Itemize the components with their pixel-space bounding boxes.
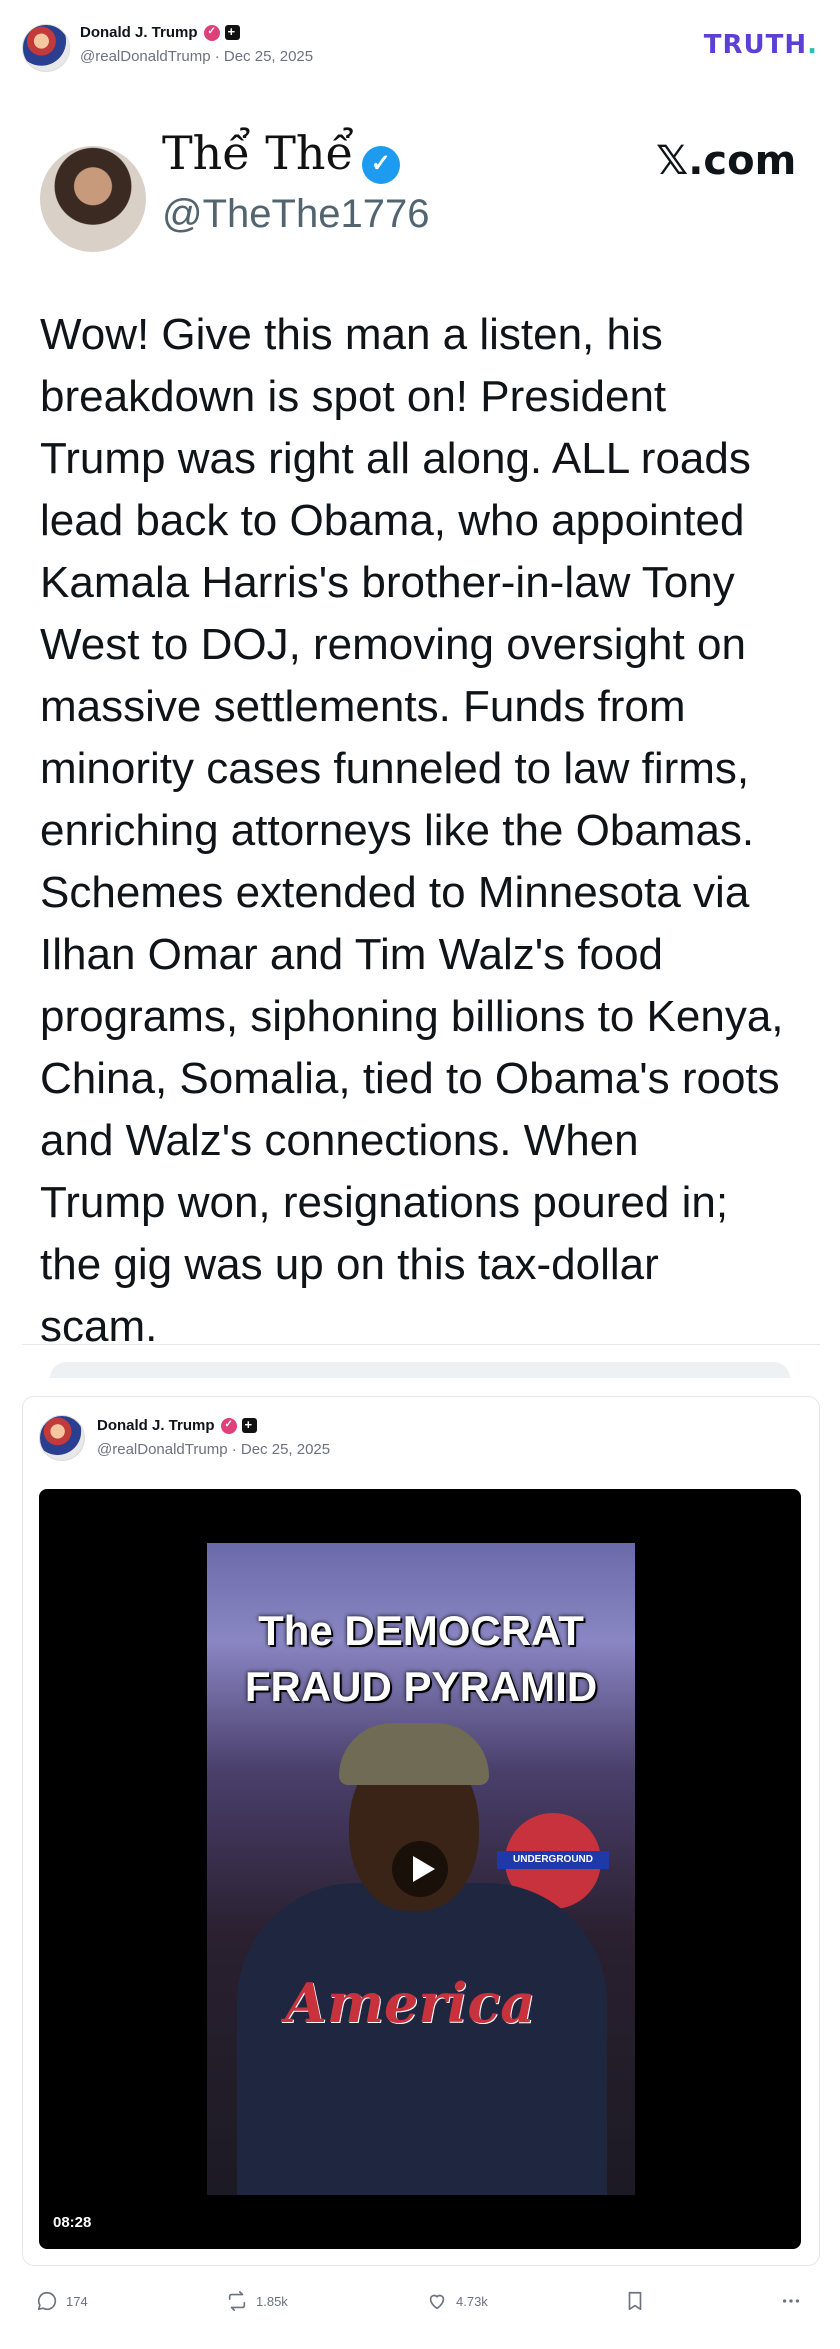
- embed-bottom-divider: [22, 1344, 820, 1345]
- x-post-text: Wow! Give this man a listen, his breakdo…: [40, 304, 820, 1358]
- heart-icon: [429, 2294, 445, 2310]
- text-line: Ilhan Omar and Tim Walz's food: [40, 930, 664, 979]
- x-handle: @TheThe1776: [162, 192, 430, 236]
- text-line: Trump won, resignations poured in;: [40, 1178, 729, 1227]
- plus-badge-icon: [241, 1417, 257, 1434]
- x-site-logo: 𝕏.com: [656, 138, 797, 184]
- more-icon: [782, 2299, 800, 2303]
- text-line: breakdown is spot on! President: [40, 372, 667, 421]
- text-line: Trump was right all along. ALL roads: [40, 434, 751, 483]
- retruth-button[interactable]: 1.85k: [226, 2290, 288, 2312]
- text-line: the gig was up on this tax-dollar: [40, 1240, 659, 1289]
- reply-icon: [37, 2291, 57, 2311]
- verified-check-icon: [361, 145, 400, 184]
- text-line: enriching attorneys like the Obamas.: [40, 806, 755, 855]
- retruth-count: 1.85k: [256, 2293, 288, 2309]
- like-count: 4.73k: [456, 2293, 488, 2309]
- x-avatar: [40, 146, 146, 252]
- quoted-author-handle-date[interactable]: @realDonaldTrump · Dec 25, 2025: [97, 1441, 330, 1458]
- truth-logo[interactable]: TRUTH.: [704, 30, 818, 60]
- text-line: lead back to Obama, who appointed: [40, 496, 745, 545]
- text-line: programs, siphoning billions to Kenya,: [40, 992, 784, 1041]
- reply-count: 174: [66, 2293, 88, 2309]
- embed-bottom-edge: [50, 1362, 790, 1378]
- quoted-author-name[interactable]: Donald J. Trump: [97, 1417, 215, 1434]
- author-name[interactable]: Donald J. Trump: [80, 24, 198, 41]
- video-title-overlay: The DEMOCRAT FRAUD PYRAMID: [244, 1607, 598, 1710]
- author-info: Donald J. Trump @realDonaldTrump · Dec 2…: [80, 24, 313, 65]
- verified-badge-icon: [203, 24, 220, 41]
- like-button[interactable]: 4.73k: [426, 2290, 488, 2312]
- text-line: minority cases funneled to law firms,: [40, 744, 750, 793]
- play-button-icon[interactable]: [392, 1841, 448, 1897]
- reply-button[interactable]: 174: [36, 2290, 88, 2312]
- author-avatar[interactable]: [22, 24, 70, 72]
- text-line: and Walz's connections. When: [40, 1116, 639, 1165]
- more-options-button[interactable]: [780, 2290, 802, 2312]
- verified-badge-icon: [220, 1417, 237, 1434]
- shirt-text: America: [285, 1971, 536, 2035]
- text-line: scam.: [40, 1302, 158, 1351]
- author-handle-date[interactable]: @realDonaldTrump · Dec 25, 2025: [80, 48, 313, 65]
- text-line: Schemes extended to Minnesota via: [40, 868, 750, 917]
- retruth-icon: [228, 2291, 246, 2311]
- text-line: China, Somalia, tied to Obama's roots: [40, 1054, 780, 1103]
- person-cap: [339, 1723, 489, 1785]
- person-shirt: [237, 1883, 607, 2195]
- x-display-name: Thể Thể: [162, 126, 354, 180]
- embedded-image[interactable]: Thể Thể @TheThe1776 𝕏.com Wow! Give this…: [22, 120, 820, 1380]
- text-line: massive settlements. Funds from: [40, 682, 686, 731]
- bookmark-icon: [628, 2291, 642, 2311]
- quoted-author-avatar[interactable]: [39, 1415, 85, 1461]
- video-duration: 08:28: [53, 2214, 92, 2231]
- bookmark-button[interactable]: [624, 2290, 646, 2312]
- video-player[interactable]: UNDERGROUND America The DEMOCRAT FRAUD P…: [39, 1489, 801, 2249]
- plus-badge-icon: [224, 24, 240, 41]
- text-line: West to DOJ, removing oversight on: [40, 620, 746, 669]
- text-line: Kamala Harris's brother-in-law Tony: [40, 558, 735, 607]
- quoted-post-card[interactable]: Donald J. Trump @realDonaldTrump · Dec 2…: [22, 1396, 820, 2266]
- underground-sign-text: UNDERGROUND: [497, 1851, 609, 1869]
- text-line: Wow! Give this man a listen, his: [40, 310, 663, 359]
